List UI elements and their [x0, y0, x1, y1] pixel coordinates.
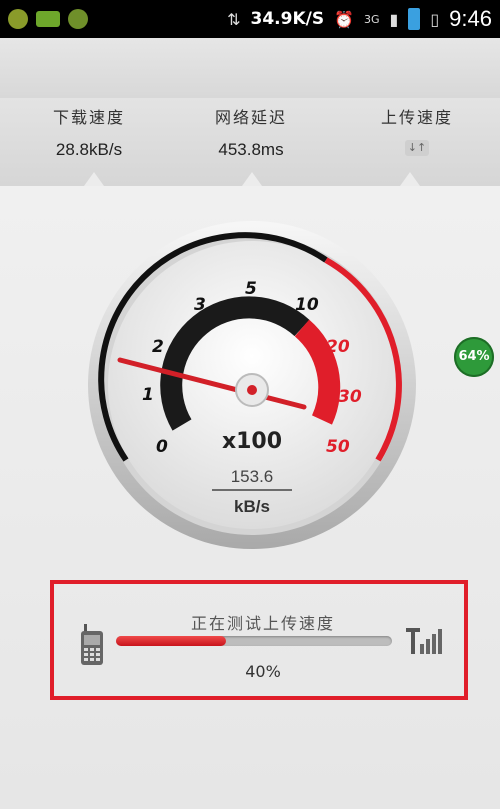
- progress-fill: [116, 636, 227, 646]
- signal-icon: ▮: [389, 9, 399, 29]
- download-pointer: [84, 172, 104, 186]
- progress-badge[interactable]: 64%: [454, 337, 494, 377]
- tick-label-2: 2: [152, 337, 164, 357]
- network-speed: 34.9K/S: [250, 9, 325, 29]
- tick-label-30: 30: [338, 387, 362, 407]
- tick-label-10: 10: [295, 295, 319, 315]
- app-notification-icon: [8, 9, 28, 29]
- download-value: 28.8kB/s: [55, 140, 123, 159]
- notification-icons: [8, 9, 88, 29]
- sim-icon: ▯: [430, 9, 440, 29]
- header-band: [0, 38, 500, 99]
- alarm-icon: ⏰: [334, 9, 355, 29]
- latency-stat: 网络延迟 453.8ms: [176, 104, 326, 160]
- speedometer: 0 1 2 3 5 10 20 30 50 x100 153.6 kB/s: [88, 221, 416, 549]
- clock: 9:46: [449, 6, 492, 31]
- latency-pointer: [242, 172, 262, 186]
- speed-value: 153.6: [231, 467, 274, 486]
- data-transfer-icon: ⇅: [227, 9, 241, 29]
- phone-icon: [81, 624, 103, 665]
- battery-icon: [408, 8, 421, 30]
- speed-unit: kB/s: [234, 497, 270, 516]
- upload-stat: 上传速度 ↓↑: [342, 104, 492, 156]
- status-bar: ⇅ 34.9K/S ⏰ 3G ▮ ▯ 9:46: [0, 0, 500, 38]
- needle-hub-center: [247, 385, 257, 395]
- signal-tower-icon: [406, 628, 442, 654]
- download-stat: 下载速度 28.8kB/s: [14, 104, 164, 160]
- progress-percent: 40%: [245, 662, 281, 681]
- gauge-multiplier: x100: [222, 429, 282, 454]
- tick-label-5: 5: [245, 279, 257, 299]
- latency-value: 453.8ms: [218, 140, 284, 159]
- tick-label-0: 0: [156, 437, 168, 457]
- upload-test-progress: 正在测试上传速度 40%: [50, 580, 468, 700]
- tick-label-3: 3: [194, 295, 206, 315]
- battery-app-icon: [36, 11, 60, 27]
- tick-label-50: 50: [326, 437, 350, 457]
- download-label: 下载速度: [52, 108, 125, 127]
- sync-notification-icon: [68, 9, 88, 29]
- upload-arrows-icon: ↓↑: [405, 140, 429, 156]
- upload-label: 上传速度: [380, 108, 453, 127]
- network-type: 3G: [364, 12, 380, 26]
- tick-label-1: 1: [142, 385, 154, 405]
- latency-label: 网络延迟: [214, 108, 287, 127]
- upload-pointer: [400, 172, 420, 186]
- tick-label-20: 20: [326, 337, 350, 357]
- progress-track: [116, 636, 392, 646]
- system-status: ⇅ 34.9K/S ⏰ 3G ▮ ▯ 9:46: [227, 6, 492, 32]
